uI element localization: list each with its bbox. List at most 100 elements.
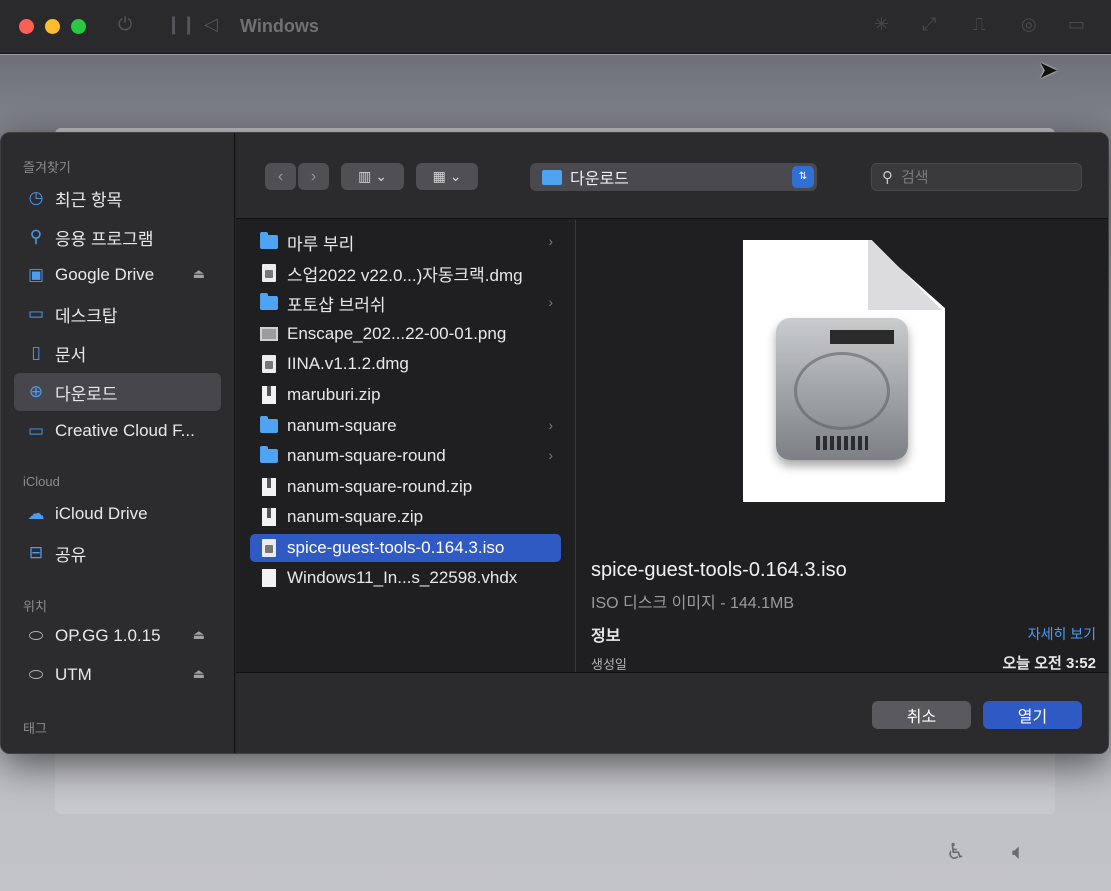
accessibility-icon[interactable]: ♿ bbox=[946, 839, 966, 865]
chevron-right-icon: › bbox=[548, 447, 553, 463]
file-row[interactable]: nanum-square › bbox=[250, 412, 561, 440]
sidebar-item-label: 데스크탑 bbox=[55, 306, 118, 326]
sidebar-item-opgg[interactable]: ⬭ OP.GG 1.0.15 ⏏ bbox=[14, 617, 221, 655]
file-name: IINA.v1.1.2.dmg bbox=[287, 354, 409, 373]
sidebar-item-label: Creative Cloud F... bbox=[55, 421, 195, 440]
resize-icon[interactable]: ⤢ bbox=[922, 14, 936, 35]
file-name: 마루 부리 bbox=[287, 234, 355, 254]
section-tags: 태그 bbox=[23, 721, 47, 736]
show-more-link[interactable]: 자세히 보기 bbox=[1028, 624, 1096, 644]
zip-file-icon bbox=[262, 386, 276, 404]
page-fold bbox=[868, 240, 945, 310]
file-name: spice-guest-tools-0.164.3.iso bbox=[287, 538, 505, 557]
back-button[interactable]: ‹ bbox=[265, 163, 296, 190]
image-file-icon bbox=[260, 327, 278, 341]
cancel-button[interactable]: 취소 bbox=[872, 701, 971, 729]
file-row[interactable]: 마루 부리 › bbox=[250, 228, 561, 256]
chevron-right-icon: › bbox=[548, 233, 553, 249]
file-name: nanum-square-round bbox=[287, 446, 446, 465]
sidebar-item-icloud-drive[interactable]: ☁ iCloud Drive bbox=[14, 495, 221, 533]
sidebar-item-documents[interactable]: ▯ 문서 bbox=[14, 334, 221, 372]
disk-image-icon bbox=[262, 539, 276, 557]
downloads-folder-icon bbox=[542, 169, 562, 185]
eject-icon[interactable]: ⏏ bbox=[193, 266, 205, 282]
back-triangle-icon[interactable]: ◁ bbox=[204, 14, 218, 35]
file-name: Enscape_202...22-00-01.png bbox=[287, 324, 507, 343]
file-row[interactable]: nanum-square-round.zip bbox=[250, 473, 561, 501]
folder-icon bbox=[260, 293, 278, 310]
file-row[interactable]: nanum-square.zip bbox=[250, 503, 561, 531]
preview-file-name: spice-guest-tools-0.164.3.iso bbox=[591, 559, 847, 581]
sidebar-item-label: 문서 bbox=[55, 345, 87, 365]
open-button[interactable]: 열기 bbox=[983, 701, 1082, 729]
mouse-cursor-icon: ➤ bbox=[1038, 57, 1059, 84]
sidebar-item-label: OP.GG 1.0.15 bbox=[55, 626, 161, 645]
preview-pane: spice-guest-tools-0.164.3.iso ISO 디스크 이미… bbox=[577, 220, 1108, 672]
sidebar-item-desktop[interactable]: ▭ 데스크탑 bbox=[14, 295, 221, 333]
zoom-window-button[interactable] bbox=[71, 19, 86, 34]
file-row[interactable]: IINA.v1.1.2.dmg bbox=[250, 350, 561, 378]
search-icon: ⚲ bbox=[882, 169, 893, 186]
file-icon bbox=[262, 569, 276, 587]
eject-icon[interactable]: ⏏ bbox=[193, 666, 205, 682]
location-popup[interactable]: 다운로드 ⇅ bbox=[530, 163, 817, 191]
sidebar-item-downloads[interactable]: ⊕ 다운로드 bbox=[14, 373, 221, 411]
file-name: nanum-square bbox=[287, 416, 397, 435]
search-input[interactable] bbox=[901, 168, 1061, 186]
windows-list-icon[interactable]: ▭ bbox=[1068, 14, 1085, 35]
file-name: nanum-square.zip bbox=[287, 507, 424, 526]
sidebar-item-label: Google Drive bbox=[55, 265, 155, 284]
hard-disk-icon bbox=[776, 318, 908, 460]
search-field[interactable]: ⚲ bbox=[871, 163, 1082, 191]
forward-button[interactable]: › bbox=[298, 163, 329, 190]
chevron-right-icon: › bbox=[548, 417, 553, 433]
folder-icon bbox=[260, 446, 278, 463]
clock-icon: ◷ bbox=[28, 188, 44, 207]
preview-file-kind: ISO 디스크 이미지 - 144.1MB bbox=[591, 595, 795, 612]
sidebar-item-label: 공유 bbox=[55, 545, 87, 565]
section-icloud: iCloud bbox=[23, 474, 60, 489]
pause-icon[interactable]: ❙❙ bbox=[166, 14, 196, 35]
sidebar-item-creative-cloud[interactable]: ▭ Creative Cloud F... bbox=[14, 412, 221, 450]
grid-icon: ▦ bbox=[432, 168, 446, 184]
section-locations: 위치 bbox=[23, 599, 47, 614]
file-row[interactable]: 스업2022 v22.0...)자동크랙.dmg bbox=[250, 259, 561, 287]
apps-icon: ⚲ bbox=[29, 227, 43, 246]
chevron-right-icon: › bbox=[548, 294, 553, 310]
disk-image-icon bbox=[262, 355, 276, 373]
file-row[interactable]: Windows11_In...s_22598.vhdx bbox=[250, 564, 561, 592]
file-list: 마루 부리 › 스업2022 v22.0...)자동크랙.dmg 포토샵 브러쉬… bbox=[236, 220, 576, 672]
capture-input-icon[interactable]: ✳ bbox=[874, 14, 889, 35]
sidebar-item-applications[interactable]: ⚲ 응용 프로그램 bbox=[14, 218, 221, 256]
file-row-selected[interactable]: spice-guest-tools-0.164.3.iso bbox=[250, 534, 561, 562]
speaker-icon[interactable]: 🔈︎ bbox=[1012, 839, 1025, 865]
vm-title: Windows bbox=[240, 16, 319, 36]
file-row[interactable]: nanum-square-round › bbox=[250, 442, 561, 470]
file-row[interactable]: 포토샵 브러쉬 › bbox=[250, 289, 561, 317]
open-file-dialog: 즐겨찾기 ◷ 최근 항목 ⚲ 응용 프로그램 ▣ Google Drive ⏏ … bbox=[0, 132, 1109, 754]
sidebar-item-shared[interactable]: ⊟ 공유 bbox=[14, 534, 221, 572]
file-name: Windows11_In...s_22598.vhdx bbox=[287, 568, 518, 587]
sidebar-item-utm[interactable]: ⬭ UTM ⏏ bbox=[14, 656, 221, 694]
file-name: nanum-square-round.zip bbox=[287, 477, 473, 496]
group-button[interactable]: ▦ ⌄ bbox=[416, 163, 478, 190]
cloud-icon: ☁ bbox=[27, 504, 45, 523]
sidebar-item-google-drive[interactable]: ▣ Google Drive ⏏ bbox=[14, 256, 221, 294]
dialog-footer: 취소 열기 bbox=[236, 672, 1108, 753]
usb-icon[interactable]: ⎍ bbox=[973, 14, 986, 35]
power-icon[interactable]: ⏻ bbox=[118, 14, 132, 35]
file-row[interactable]: maruburi.zip bbox=[250, 381, 561, 409]
drive-icon[interactable]: ◎ bbox=[1021, 14, 1037, 35]
columns-icon: ▥ bbox=[358, 168, 372, 184]
disk-image-icon bbox=[262, 264, 276, 282]
document-icon: ▯ bbox=[31, 343, 41, 362]
file-row[interactable]: Enscape_202...22-00-01.png bbox=[250, 320, 561, 348]
close-window-button[interactable] bbox=[19, 19, 34, 34]
created-value: 오늘 오전 3:52 bbox=[1002, 655, 1096, 672]
view-mode-button[interactable]: ▥ ⌄ bbox=[341, 163, 404, 190]
sidebar-item-recents[interactable]: ◷ 최근 항목 bbox=[14, 179, 221, 217]
sidebar-item-label: iCloud Drive bbox=[55, 504, 148, 523]
eject-icon[interactable]: ⏏ bbox=[193, 627, 205, 643]
desktop-icon: ▭ bbox=[27, 304, 45, 323]
minimize-window-button[interactable] bbox=[45, 19, 60, 34]
